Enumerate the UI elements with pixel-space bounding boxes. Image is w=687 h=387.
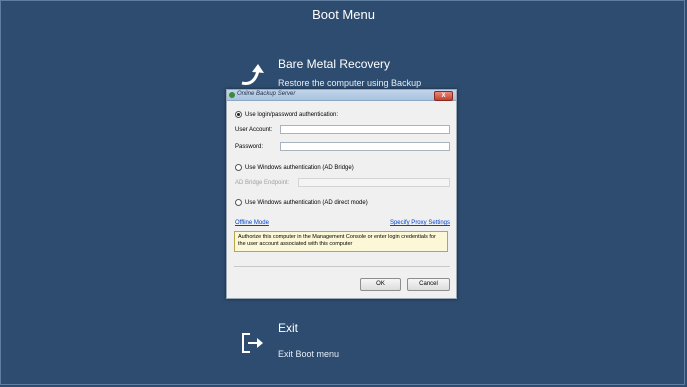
auth-adbridge-option[interactable]: Use Windows authentication (AD Bridge) bbox=[235, 164, 354, 171]
info-message: Authorize this computer in the Managemen… bbox=[234, 231, 448, 252]
page-title: Boot Menu bbox=[312, 7, 375, 22]
bare-metal-recovery-title[interactable]: Bare Metal Recovery bbox=[278, 57, 390, 71]
dialog-separator bbox=[234, 266, 450, 267]
proxy-settings-link[interactable]: Specify Proxy Settings bbox=[390, 220, 450, 226]
auth-adbridge-label: Use Windows authentication (AD Bridge) bbox=[245, 164, 354, 171]
ad-bridge-endpoint-label: AD Bridge Endpoint: bbox=[235, 180, 290, 186]
online-backup-server-dialog: Online Backup Server X Use login/passwor… bbox=[226, 89, 457, 299]
offline-mode-link[interactable]: Offline Mode bbox=[235, 220, 269, 226]
auth-adbridge-radio[interactable] bbox=[235, 164, 242, 171]
app-icon bbox=[229, 92, 235, 98]
exit-title[interactable]: Exit bbox=[278, 321, 298, 335]
cancel-button[interactable]: Cancel bbox=[407, 278, 450, 291]
auth-login-label: Use login/password authentication: bbox=[245, 111, 339, 118]
auth-direct-label: Use Windows authentication (AD direct mo… bbox=[245, 199, 368, 206]
password-label: Password: bbox=[235, 144, 264, 150]
dialog-title: Online Backup Server bbox=[237, 91, 296, 97]
dialog-titlebar[interactable]: Online Backup Server X bbox=[227, 90, 456, 101]
exit-icon[interactable] bbox=[241, 329, 265, 360]
user-account-field[interactable] bbox=[280, 125, 450, 134]
user-account-label: User Account: bbox=[235, 127, 273, 133]
auth-direct-radio[interactable] bbox=[235, 199, 242, 206]
ok-button[interactable]: OK bbox=[360, 278, 401, 291]
auth-login-radio[interactable] bbox=[235, 111, 242, 118]
close-button[interactable]: X bbox=[434, 91, 453, 101]
password-field[interactable] bbox=[280, 142, 450, 151]
auth-login-option[interactable]: Use login/password authentication: bbox=[235, 111, 338, 118]
exit-subtitle: Exit Boot menu bbox=[278, 349, 340, 359]
bare-metal-recovery-subtitle: Restore the computer using Backup bbox=[278, 78, 422, 88]
ad-bridge-endpoint-field bbox=[298, 178, 450, 187]
auth-direct-option[interactable]: Use Windows authentication (AD direct mo… bbox=[235, 199, 368, 206]
